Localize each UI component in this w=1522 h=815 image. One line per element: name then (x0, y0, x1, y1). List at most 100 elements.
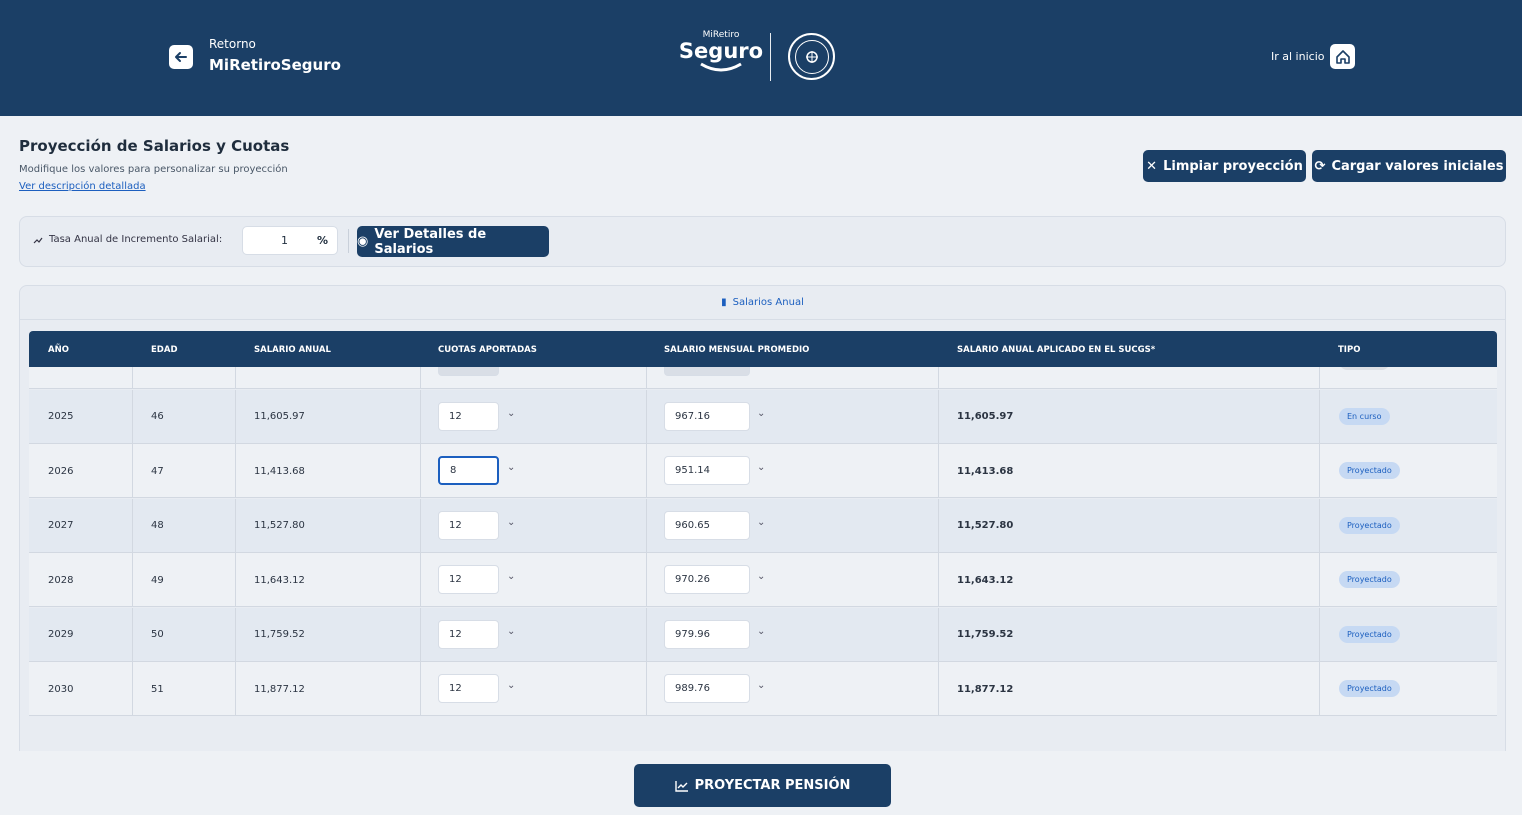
column-divider (235, 498, 236, 552)
column-divider (235, 389, 236, 443)
column-divider (420, 607, 421, 661)
quotas-chevron-down-icon[interactable]: ⌄ (507, 680, 515, 691)
brand-main-text: Seguro (678, 39, 764, 63)
quotas-chevron-down-icon[interactable]: ⌄ (507, 571, 515, 582)
salary-details-button[interactable]: ◉ Ver Detalles de Salarios (357, 226, 549, 257)
age-cell: 48 (151, 520, 164, 531)
clear-projection-button[interactable]: ✕ Limpiar proyección (1143, 150, 1306, 182)
column-divider (1319, 607, 1320, 661)
column-divider (1319, 389, 1320, 443)
column-divider (420, 662, 421, 715)
column-divider (646, 389, 647, 443)
salary-table: 20244511,255.4311,255.4312937.95Históric… (29, 331, 1497, 751)
annual-salary-cell: 11,643.12 (254, 574, 305, 586)
css-seal-icon (788, 33, 835, 80)
monthly-chevron-down-icon[interactable]: ⌄ (757, 680, 765, 691)
column-divider (420, 389, 421, 443)
quotas-input[interactable]: 12 (438, 401, 499, 431)
applied-salary-cell: 11,413.68 (957, 465, 1014, 477)
monthly-chevron-down-icon[interactable]: ⌄ (757, 408, 765, 419)
tab-salarios-anual-label: Salarios Anual (732, 297, 804, 308)
type-badge: Proyectado (1339, 625, 1400, 643)
quotas-chevron-down-icon[interactable]: ⌄ (507, 408, 515, 419)
quotas-input[interactable]: 12 (438, 510, 499, 540)
table-row: 2028 49 11,643.12 11,643.12 12 970.26 ⌄ ⌄ Proyec… (29, 553, 1497, 607)
year-cell: 2025 (48, 411, 74, 422)
column-divider (938, 389, 939, 443)
monthly-chevron-down-icon[interactable]: ⌄ (757, 626, 765, 637)
column-divider (646, 553, 647, 606)
home-icon[interactable] (1330, 44, 1355, 69)
quotas-input[interactable]: 12 (438, 674, 499, 703)
rate-value[interactable]: 1 (281, 234, 288, 247)
col-type: TIPO (1338, 345, 1361, 355)
column-divider (938, 662, 939, 715)
project-pension-button[interactable]: PROYECTAR PENSIÓN (634, 764, 891, 807)
col-year: AÑO (48, 345, 69, 355)
back-arrow-icon[interactable] (169, 45, 193, 69)
age-cell: 46 (151, 411, 164, 422)
quotas-input[interactable]: 12 (438, 619, 499, 649)
chart-icon (674, 780, 688, 792)
table-header: AÑO EDAD SALARIO ANUAL CUOTAS APORTADAS … (29, 331, 1497, 367)
return-app-name[interactable]: MiRetiroSeguro (209, 56, 341, 74)
load-initial-values-label: Cargar valores iniciales (1331, 158, 1504, 174)
column-divider (132, 498, 133, 552)
column-divider (646, 444, 647, 497)
quotas-input[interactable]: 12 (438, 565, 499, 594)
monthly-salary-input[interactable]: 979.96 (664, 619, 750, 649)
page-title: Proyección de Salarios y Cuotas (19, 137, 290, 155)
year-cell: 2026 (48, 465, 74, 477)
close-icon: ✕ (1146, 158, 1158, 174)
table-row: 2030 51 11,877.12 11,877.12 12 989.76 ⌄ ⌄ Proyec… (29, 662, 1497, 716)
page-subtitle: Modifique los valores para personalizar … (19, 164, 288, 175)
trend-up-icon (33, 237, 43, 243)
brand-divider (770, 33, 771, 81)
quotas-input[interactable]: 8 (438, 456, 499, 485)
monthly-chevron-down-icon[interactable]: ⌄ (757, 462, 765, 473)
year-cell: 2030 (48, 683, 74, 695)
column-divider (646, 498, 647, 552)
col-monthly-salary: SALARIO MENSUAL PROMEDIO (664, 345, 810, 355)
column-divider (132, 389, 133, 443)
monthly-salary-input[interactable]: 970.26 (664, 565, 750, 594)
home-label[interactable]: Ir al inicio (1271, 50, 1324, 63)
monthly-salary-input[interactable]: 967.16 (664, 401, 750, 431)
brand-hands-icon (700, 62, 742, 72)
column-divider (132, 607, 133, 661)
quotas-chevron-down-icon[interactable]: ⌄ (507, 626, 515, 637)
column-divider (938, 607, 939, 661)
annual-salary-cell: 11,413.68 (254, 465, 305, 477)
tab-salarios-anual[interactable]: ▮ Salarios Anual (20, 286, 1505, 320)
table-row: 2029 50 11,759.52 11,759.52 12 979.96 ⌄ ⌄ Proyec… (29, 607, 1497, 662)
type-badge: Proyectado (1339, 516, 1400, 534)
salary-table-panel: ▮ Salarios Anual 20244511,255.4311,255.4… (19, 285, 1506, 765)
eye-icon: ◉ (357, 234, 369, 249)
applied-salary-cell: 11,527.80 (957, 520, 1014, 531)
rate-label-text: Tasa Anual de Incremento Salarial: (49, 234, 223, 245)
column-divider (1319, 498, 1320, 552)
annual-salary-cell: 11,605.97 (254, 411, 305, 422)
detail-description-link[interactable]: Ver descripción detallada (19, 181, 146, 192)
quotas-chevron-down-icon[interactable]: ⌄ (507, 462, 515, 473)
monthly-salary-input[interactable]: 989.76 (664, 674, 750, 703)
return-label[interactable]: Retorno (209, 37, 256, 51)
column-divider (1319, 553, 1320, 606)
monthly-chevron-down-icon[interactable]: ⌄ (757, 517, 765, 528)
annual-salary-cell: 11,759.52 (254, 629, 305, 640)
monthly-salary-input[interactable]: 960.65 (664, 510, 750, 540)
column-divider (646, 607, 647, 661)
monthly-chevron-down-icon[interactable]: ⌄ (757, 571, 765, 582)
column-divider (938, 444, 939, 497)
annual-salary-cell: 11,877.12 (254, 683, 305, 695)
rate-label: Tasa Anual de Incremento Salarial: (33, 234, 222, 245)
annual-salary-cell: 11,527.80 (254, 520, 305, 531)
rate-input[interactable]: 1 % (242, 226, 338, 255)
column-divider (1319, 444, 1320, 497)
age-cell: 50 (151, 629, 164, 640)
load-initial-values-button[interactable]: ⟳ Cargar valores iniciales (1312, 150, 1506, 182)
refresh-icon: ⟳ (1314, 158, 1326, 174)
monthly-salary-input[interactable]: 951.14 (664, 456, 750, 485)
document-icon: ▮ (721, 297, 727, 308)
quotas-chevron-down-icon[interactable]: ⌄ (507, 517, 515, 528)
